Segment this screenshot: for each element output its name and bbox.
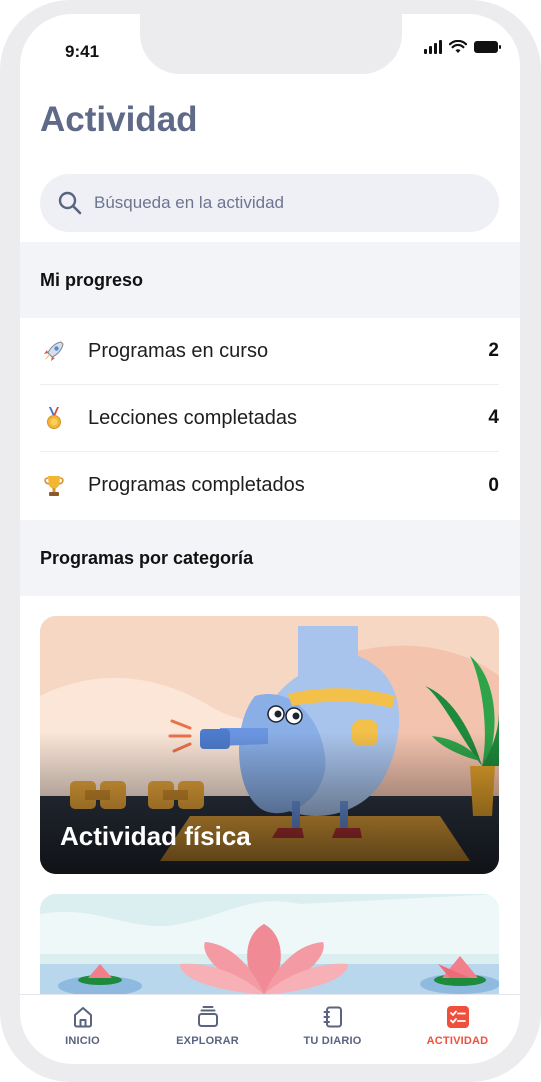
progress-section-header: Mi progreso: [20, 242, 520, 318]
row-value: 4: [488, 407, 499, 428]
page-title: Actividad: [40, 100, 198, 139]
status-time: 9:41: [65, 42, 100, 61]
journal-icon: [323, 1006, 342, 1028]
row-label: Lecciones completadas: [88, 406, 298, 429]
progress-row-programs-completed[interactable]: Programas completados 0: [40, 452, 499, 519]
nav-label: INICIO: [65, 1035, 100, 1047]
bottom-nav: INICIO EXPLORAR TU DIARIO ACTIVIDAD: [20, 994, 520, 1064]
medal-icon: [40, 404, 68, 432]
progress-row-lessons-completed[interactable]: Lecciones completadas 4: [40, 385, 499, 452]
nav-item-activity[interactable]: ACTIVIDAD: [403, 1005, 513, 1047]
signal-icon: [424, 40, 442, 54]
rocket-icon: [40, 337, 68, 365]
trophy-icon: [40, 472, 68, 500]
nav-item-explore[interactable]: EXPLORAR: [153, 1005, 263, 1047]
row-value: 0: [488, 474, 499, 496]
category-heading: Programas por categoría: [40, 547, 254, 568]
search-placeholder: Búsqueda en la actividad: [94, 193, 284, 212]
nav-label: TU DIARIO: [303, 1035, 362, 1047]
category-section-header: Programas por categoría: [20, 520, 520, 596]
phone-frame: 9:41 Actividad Búsqueda en la actividad …: [0, 0, 541, 1082]
row-label: Programas completados: [88, 474, 305, 496]
battery-icon: [474, 41, 501, 53]
nav-label: EXPLORAR: [176, 1035, 239, 1047]
row-label: Programas en curso: [88, 339, 269, 362]
nav-item-journal[interactable]: TU DIARIO: [278, 1005, 388, 1047]
category-card-physical-activity[interactable]: Actividad física: [40, 616, 499, 874]
stack-icon: [197, 1006, 218, 1027]
nav-item-home[interactable]: INICIO: [28, 1005, 138, 1047]
notch: [140, 14, 402, 74]
nav-label: ACTIVIDAD: [426, 1035, 489, 1047]
status-icons: [424, 40, 501, 54]
progress-heading: Mi progreso: [40, 269, 144, 290]
wifi-icon: [449, 40, 467, 53]
home-icon: [73, 1007, 92, 1028]
activity-checklist-icon: [446, 1006, 469, 1028]
search-icon: [58, 191, 82, 215]
row-value: 2: [488, 340, 499, 361]
search-input[interactable]: Búsqueda en la actividad: [40, 174, 499, 232]
screen: 9:41 Actividad Búsqueda en la actividad …: [20, 14, 520, 1064]
card-title: Actividad física: [60, 821, 251, 851]
progress-row-programs-in-progress[interactable]: Programas en curso 2: [40, 318, 499, 385]
